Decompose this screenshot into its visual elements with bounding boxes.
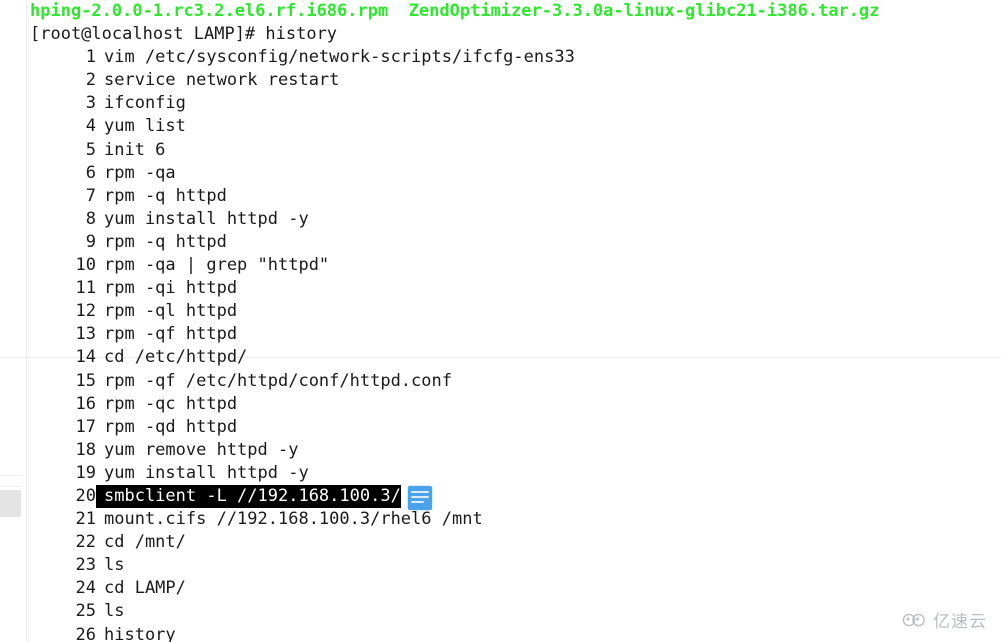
history-entry: 26 history xyxy=(30,624,990,642)
history-entry: 15 rpm -qf /etc/httpd/conf/httpd.conf xyxy=(30,370,990,393)
history-entry-number: 14 xyxy=(75,347,96,368)
history-entry: 4 yum list xyxy=(30,115,990,138)
history-entry: 21 mount.cifs //192.168.100.3/rhel6 /mnt xyxy=(30,508,990,531)
history-entry-number: 12 xyxy=(75,301,96,322)
history-entry-command: rpm -ql httpd xyxy=(104,301,238,322)
history-entry: 3 ifconfig xyxy=(30,92,990,115)
history-entry-number: 18 xyxy=(75,439,96,460)
history-entry-command: init 6 xyxy=(104,139,166,160)
history-entry-number: 3 xyxy=(85,93,96,114)
history-entry: 22 cd /mnt/ xyxy=(30,531,990,554)
history-entry-number: 1 xyxy=(85,47,96,68)
blue-document-icon[interactable] xyxy=(408,486,432,510)
history-entry-command: vim /etc/sysconfig/network-scripts/ifcfg… xyxy=(104,47,575,68)
background-segment-2 xyxy=(0,475,22,476)
history-entry-command: cd /mnt/ xyxy=(104,532,186,553)
background-vertical-rule-1 xyxy=(26,0,27,642)
history-entry-command: history xyxy=(104,624,176,642)
history-entry-command: smbclient -L //192.168.100.3/ xyxy=(96,484,401,509)
history-entry: 8 yum install httpd -y xyxy=(30,208,990,231)
history-entry: 16 rpm -qc httpd xyxy=(30,393,990,416)
history-entry: 17 rpm -qd httpd xyxy=(30,416,990,439)
history-entry-number: 9 xyxy=(85,231,96,252)
history-entry-number: 23 xyxy=(75,555,96,576)
history-entry-command: yum list xyxy=(104,116,186,137)
history-entry: 10 rpm -qa | grep "httpd" xyxy=(30,254,990,277)
history-command-prompt-line: [root@localhost LAMP]# history xyxy=(30,24,338,45)
history-entry-command: rpm -q httpd xyxy=(104,185,227,206)
history-entry-command: rpm -qd httpd xyxy=(104,416,238,437)
history-entry-number: 17 xyxy=(75,416,96,437)
background-segment-3 xyxy=(0,486,22,487)
history-entry: 24 cd LAMP/ xyxy=(30,577,990,600)
history-entry-number: 4 xyxy=(85,116,96,137)
history-entry-command: yum install httpd -y xyxy=(104,208,309,229)
history-entry-command: ls xyxy=(104,555,125,576)
history-entry-number: 5 xyxy=(85,139,96,160)
history-entry-number: 22 xyxy=(75,532,96,553)
history-entry-number: 2 xyxy=(85,70,96,91)
history-entry-command: rpm -qa xyxy=(104,162,176,183)
history-entry-number: 7 xyxy=(85,185,96,206)
history-entry: 14 cd /etc/httpd/ xyxy=(30,346,990,369)
history-entry: 11 rpm -qi httpd xyxy=(30,277,990,300)
history-entry-number: 16 xyxy=(75,393,96,414)
history-entry-command: rpm -qi httpd xyxy=(104,278,238,299)
history-entry-command: mount.cifs //192.168.100.3/rhel6 /mnt xyxy=(104,509,483,530)
history-entry-command: rpm -qf httpd xyxy=(104,324,238,345)
history-entry: 2 service network restart xyxy=(30,69,990,92)
history-entry: 19 yum install httpd -y xyxy=(30,462,990,485)
history-entry: 9 rpm -q httpd xyxy=(30,231,990,254)
history-entry-command: yum remove httpd -y xyxy=(104,439,299,460)
history-entry: 20 smbclient -L //192.168.100.3/ xyxy=(30,484,990,509)
background-vertical-rule-2 xyxy=(28,0,29,642)
history-entry-number: 20 xyxy=(75,485,96,506)
history-entry-command: rpm -q httpd xyxy=(104,231,227,252)
file-listing-line: hping-2.0.0-1.rc3.2.el6.rf.i686.rpm Zend… xyxy=(30,1,880,21)
history-entry-command: cd LAMP/ xyxy=(104,578,186,599)
cloud-icon xyxy=(902,612,928,628)
history-entry: 13 rpm -qf httpd xyxy=(30,323,990,346)
history-entry-command: ls xyxy=(104,601,125,622)
history-entry: 12 rpm -ql httpd xyxy=(30,300,990,323)
watermark-text: 亿速云 xyxy=(933,612,987,632)
history-entry: 5 init 6 xyxy=(30,139,990,162)
history-entry-number: 15 xyxy=(75,370,96,391)
history-entry: 6 rpm -qa xyxy=(30,162,990,185)
history-entry-command: rpm -qc httpd xyxy=(104,393,238,414)
watermark: 亿速云 xyxy=(902,607,987,632)
history-entry-command: yum install httpd -y xyxy=(104,462,309,483)
history-entry-number: 21 xyxy=(75,509,96,530)
history-entry-number: 11 xyxy=(75,278,96,299)
history-entry-command: rpm -qf /etc/httpd/conf/httpd.conf xyxy=(104,370,452,391)
terminal-screenshot: hping-2.0.0-1.rc3.2.el6.rf.i686.rpm Zend… xyxy=(0,0,1001,642)
history-entry-number: 19 xyxy=(75,462,96,483)
history-entry-command: ifconfig xyxy=(104,93,186,114)
blue-icon-bar-2 xyxy=(411,496,429,498)
history-entry-command: service network restart xyxy=(104,70,340,91)
history-entry-number: 13 xyxy=(75,324,96,345)
history-entry: 25 ls xyxy=(30,600,990,623)
background-segment-1 xyxy=(0,357,22,358)
history-entry-number: 6 xyxy=(85,162,96,183)
terminal-output: hping-2.0.0-1.rc3.2.el6.rf.i686.rpm Zend… xyxy=(30,0,990,642)
history-entry: 1 vim /etc/sysconfig/network-scripts/ifcf… xyxy=(30,46,990,69)
history-entry-number: 25 xyxy=(75,601,96,622)
history-list: 1 vim /etc/sysconfig/network-scripts/ifcf… xyxy=(30,46,990,642)
history-entry: 23 ls xyxy=(30,554,990,577)
history-entry-command: rpm -qa | grep "httpd" xyxy=(104,255,330,276)
history-entry-number: 10 xyxy=(75,255,96,276)
history-entry: 7 rpm -q httpd xyxy=(30,185,990,208)
history-entry-command: cd /etc/httpd/ xyxy=(104,347,248,368)
history-entry-number: 24 xyxy=(75,578,96,599)
history-entry-number: 8 xyxy=(85,208,96,229)
blue-icon-bar-1 xyxy=(411,491,429,493)
background-gray-box xyxy=(0,490,21,517)
blue-icon-bar-3 xyxy=(411,501,424,503)
history-entry: 18 yum remove httpd -y xyxy=(30,439,990,462)
history-entry-number: 26 xyxy=(75,624,96,642)
